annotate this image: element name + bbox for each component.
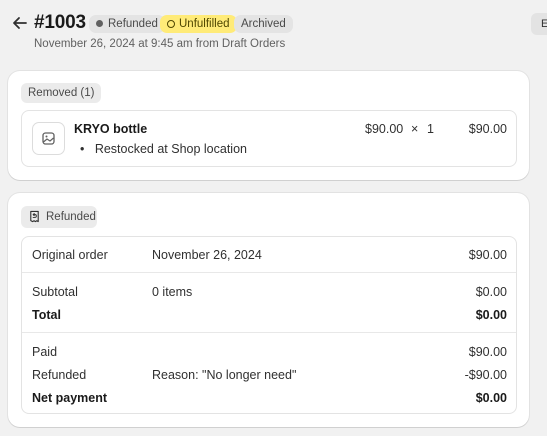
original-order-date: November 26, 2024 (152, 248, 262, 262)
payment-status-badge: Refunded (89, 15, 165, 33)
removed-items-card: Removed (1) KRYO bottle • Restocked at S… (8, 71, 529, 180)
restock-note: • Restocked at Shop location (80, 142, 247, 156)
product-thumbnail[interactable] (32, 122, 65, 155)
original-order-amount: $90.00 (468, 248, 507, 262)
net-payment-label: Net payment (32, 391, 108, 405)
image-placeholder-icon (42, 132, 55, 145)
order-header: #1003 Refunded Unfulfilled Archived Nove… (0, 0, 547, 60)
refunded-pill: Refunded (21, 206, 97, 228)
original-order-label: Original order (32, 248, 108, 262)
divider (22, 272, 516, 273)
refunded-label: Refunded (32, 368, 87, 382)
payment-status-label: Refunded (108, 18, 158, 30)
paid-amount: $90.00 (468, 345, 507, 359)
restock-note-text: Restocked at Shop location (94, 142, 247, 156)
refund-reason: Reason: "No longer need" (152, 368, 297, 382)
subtotal-detail: 0 items (152, 285, 193, 299)
edit-button[interactable]: E (531, 13, 547, 35)
order-subtitle: November 26, 2024 at 9:45 am from Draft … (34, 38, 286, 50)
subtotal-label: Subtotal (32, 285, 78, 299)
divider (22, 332, 516, 333)
paid-label: Paid (32, 345, 58, 359)
order-number: #1003 (34, 12, 86, 33)
refunded-amount: -$90.00 (464, 368, 507, 382)
receipt-refund-icon (30, 210, 39, 223)
refund-details: Original order November 26, 2024 $90.00 … (21, 236, 517, 414)
unit-price: $90.00 (365, 122, 404, 136)
refunded-pill-label: Refunded (46, 211, 96, 223)
total-label: Total (32, 308, 61, 322)
archived-badge: Archived (234, 15, 293, 33)
arrow-left-icon[interactable] (11, 14, 29, 32)
quantity: 1 (427, 122, 434, 136)
fulfillment-status-badge: Unfulfilled (160, 15, 237, 33)
times-sign: × (411, 122, 419, 136)
subtotal-amount: $0.00 (475, 285, 507, 299)
refund-summary-card: Refunded Original order November 26, 202… (8, 193, 529, 427)
net-payment-amount: $0.00 (475, 391, 507, 405)
fulfillment-status-label: Unfulfilled (179, 18, 230, 30)
status-ring-icon (167, 20, 175, 28)
removed-pill: Removed (1) (21, 83, 102, 103)
line-total: $90.00 (468, 122, 507, 136)
bullet: • (80, 142, 85, 156)
product-name[interactable]: KRYO bottle (74, 122, 147, 136)
removed-line-item: KRYO bottle • Restocked at Shop location… (21, 110, 517, 167)
total-amount: $0.00 (475, 308, 507, 322)
status-dot-icon (96, 20, 103, 27)
